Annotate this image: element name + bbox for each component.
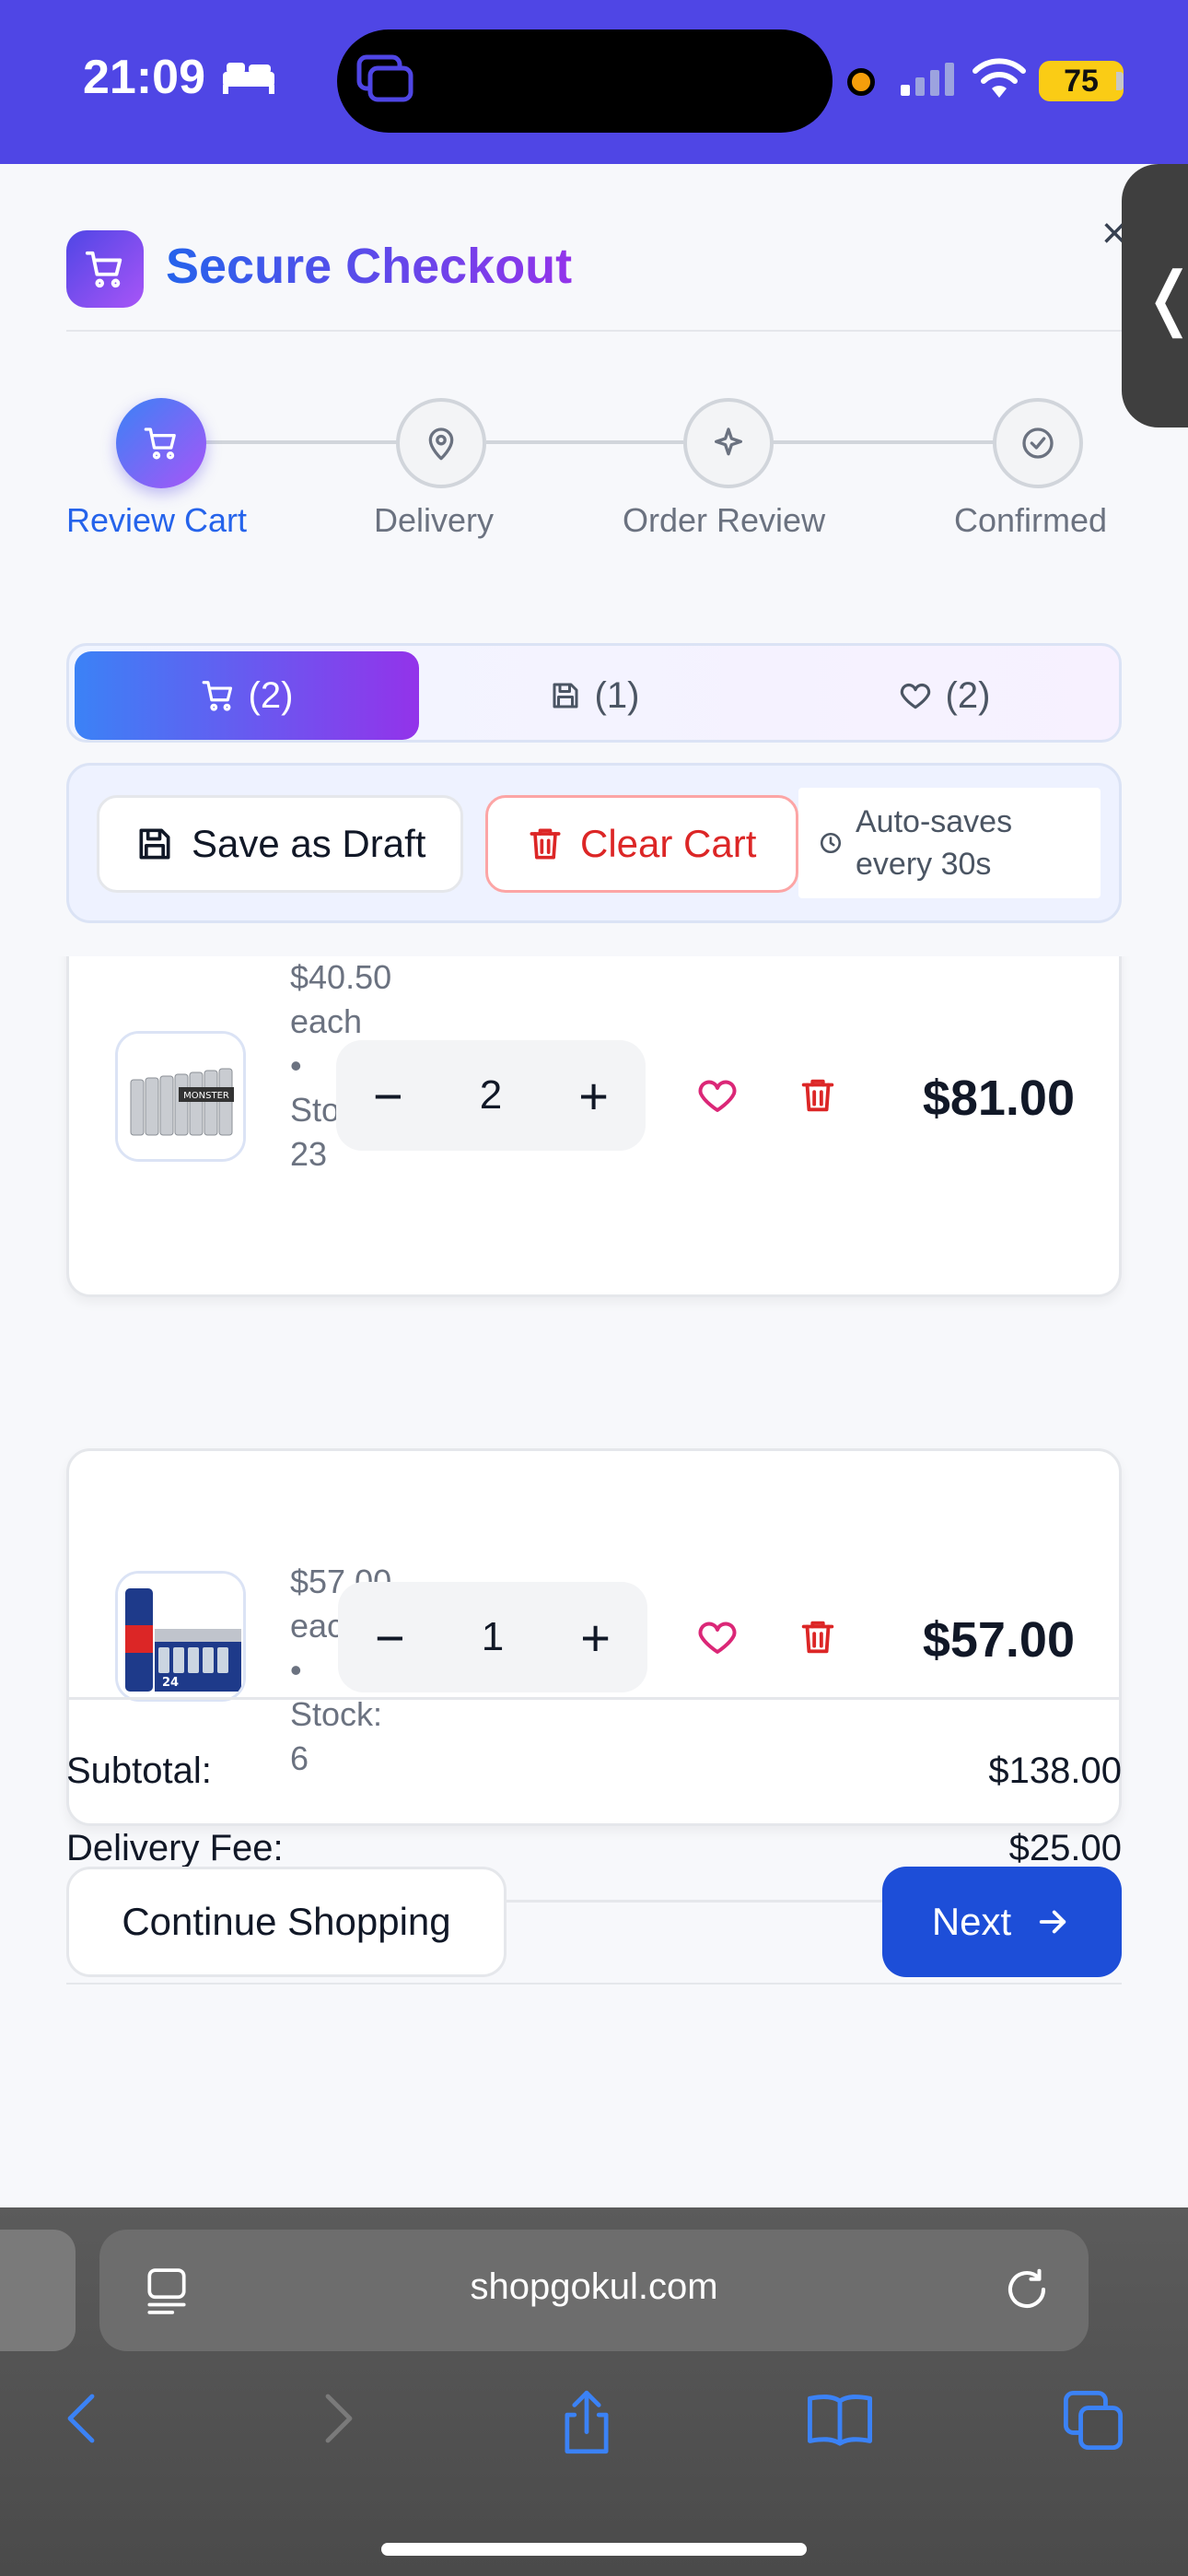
save-draft-label: Save as Draft — [192, 822, 426, 865]
cellular-signal-icon — [901, 63, 954, 96]
step-confirmed[interactable] — [993, 398, 1083, 488]
battery-tip — [1116, 72, 1124, 90]
item-line-total: $57.00 — [922, 1612, 1075, 1668]
recording-indicator — [847, 68, 875, 96]
screen-mirroring-icon — [356, 54, 413, 102]
svg-text:MONSTER: MONSTER — [183, 1091, 229, 1101]
quantity-stepper: − 1 + — [338, 1582, 647, 1692]
footer-divider — [66, 1983, 1122, 1985]
save-draft-button[interactable]: Save as Draft — [97, 795, 463, 893]
delivery-fee-value: $25.00 — [1008, 1828, 1122, 1868]
wifi-icon — [973, 58, 1026, 98]
continue-shopping-button[interactable]: Continue Shopping — [66, 1867, 507, 1977]
next-button[interactable]: Next — [882, 1867, 1122, 1977]
url-text[interactable]: shopgokul.com — [99, 2266, 1089, 2308]
step-label-delivery: Delivery — [374, 501, 495, 539]
step-label-confirmed: Confirmed — [954, 501, 1108, 539]
arrow-right-icon — [1039, 1910, 1066, 1934]
step-order-review[interactable] — [683, 398, 774, 488]
clear-cart-button[interactable]: Clear Cart — [485, 795, 798, 893]
svg-text:24: 24 — [162, 1676, 179, 1690]
step-review-cart[interactable] — [116, 398, 206, 488]
decrease-quantity-button[interactable]: − — [375, 1608, 405, 1668]
quantity-value: 2 — [479, 1072, 503, 1118]
heart-icon — [900, 683, 930, 709]
page-title: Secure Checkout — [166, 239, 573, 294]
step-label-review-cart: Review Cart — [66, 501, 248, 539]
save-icon — [139, 828, 170, 860]
trash-icon — [530, 828, 561, 860]
autosave-notice: Auto-saves every 30s — [798, 788, 1101, 898]
tabs-icon[interactable] — [1061, 2388, 1125, 2453]
subtotal-label: Subtotal: — [66, 1751, 212, 1791]
decrease-quantity-button[interactable]: − — [373, 1066, 403, 1126]
status-time: 21:09 — [83, 51, 205, 104]
step-delivery[interactable] — [396, 398, 486, 488]
item-price-each: $40.50 — [290, 958, 392, 996]
step-connector — [204, 440, 398, 444]
increase-quantity-button[interactable]: + — [580, 1608, 611, 1668]
summary-divider — [66, 1697, 1122, 1700]
autosave-text-line2: every 30s — [856, 847, 992, 882]
monster-energy-pack-image: MONSTER — [118, 1034, 243, 1159]
product-image-monster[interactable]: MONSTER — [115, 1031, 246, 1162]
forward-icon[interactable] — [317, 2388, 361, 2449]
cart-action-bar: Save as Draft Clear Cart Auto-saves ever… — [66, 763, 1122, 923]
cart-icon — [202, 681, 232, 711]
bookmarks-icon[interactable] — [805, 2388, 875, 2449]
clear-cart-label: Clear Cart — [580, 822, 757, 865]
step-connector — [772, 440, 995, 444]
reload-icon[interactable] — [1002, 2265, 1052, 2314]
back-icon[interactable] — [59, 2388, 103, 2449]
tab-wishlist[interactable]: (2) — [769, 651, 1119, 740]
item-stock-value: 6 — [290, 1739, 309, 1777]
cart-tabs: (2) (1) (2) — [66, 643, 1122, 743]
heart-icon[interactable] — [695, 1615, 740, 1659]
cart-items-list[interactable]: MONSTER $40.50 each • Stock: 23 − 2 + $8 — [0, 956, 1188, 1850]
redbull-pack-image: 24 — [118, 1574, 243, 1699]
check-circle-icon — [1022, 427, 1054, 459]
home-indicator[interactable] — [381, 2543, 807, 2556]
tab-cart[interactable]: (2) — [75, 651, 419, 740]
clock-icon — [820, 832, 842, 854]
subtotal-value: $138.00 — [988, 1751, 1122, 1791]
cart-icon — [144, 427, 176, 460]
header-divider — [66, 330, 1122, 332]
delivery-fee-label: Delivery Fee: — [66, 1828, 284, 1868]
chevron-left-icon[interactable]: ❬ — [1140, 256, 1188, 338]
step-label-order-review: Order Review — [623, 501, 826, 539]
tab-wishlist-count: (2) — [945, 674, 991, 716]
sleep-focus-icon — [223, 63, 274, 94]
battery-level: 75 — [1039, 61, 1124, 101]
checkout-modal: Secure Checkout × ❬ R — [0, 164, 1188, 2207]
quantity-value: 1 — [481, 1614, 505, 1659]
increase-quantity-button[interactable]: + — [578, 1066, 609, 1126]
autosave-text-line1: Auto-saves — [856, 804, 1013, 839]
heart-icon[interactable] — [695, 1073, 740, 1118]
next-button-label: Next — [931, 1900, 1012, 1943]
browser-toolbar: shopgokul.com — [0, 2207, 1188, 2576]
product-image-redbull[interactable]: 24 — [115, 1571, 246, 1702]
sparkle-icon — [715, 427, 742, 456]
item-line-total: $81.00 — [922, 1071, 1075, 1126]
previous-tab-preview[interactable] — [0, 2230, 76, 2351]
share-icon[interactable] — [556, 2388, 617, 2456]
cart-item: 24 $57.00 each • Stock: 6 − 1 + $57.00 — [66, 1448, 1122, 1826]
address-bar[interactable]: shopgokul.com — [99, 2230, 1089, 2351]
item-each-label: each — [290, 1002, 363, 1040]
cart-item: MONSTER $40.50 each • Stock: 23 − 2 + $8 — [66, 956, 1122, 1297]
map-pin-icon — [428, 427, 454, 461]
trash-icon[interactable] — [797, 1073, 839, 1118]
save-icon — [553, 683, 578, 708]
status-bar: 21:09 75 — [0, 0, 1188, 164]
checkout-logo — [66, 230, 144, 308]
tab-saved-count: (1) — [594, 674, 640, 716]
tab-cart-count: (2) — [248, 674, 294, 716]
step-connector — [486, 440, 683, 444]
cart-icon — [85, 251, 122, 288]
tab-saved[interactable]: (1) — [419, 651, 769, 740]
quantity-stepper: − 2 + — [336, 1040, 646, 1151]
trash-icon[interactable] — [797, 1615, 839, 1659]
